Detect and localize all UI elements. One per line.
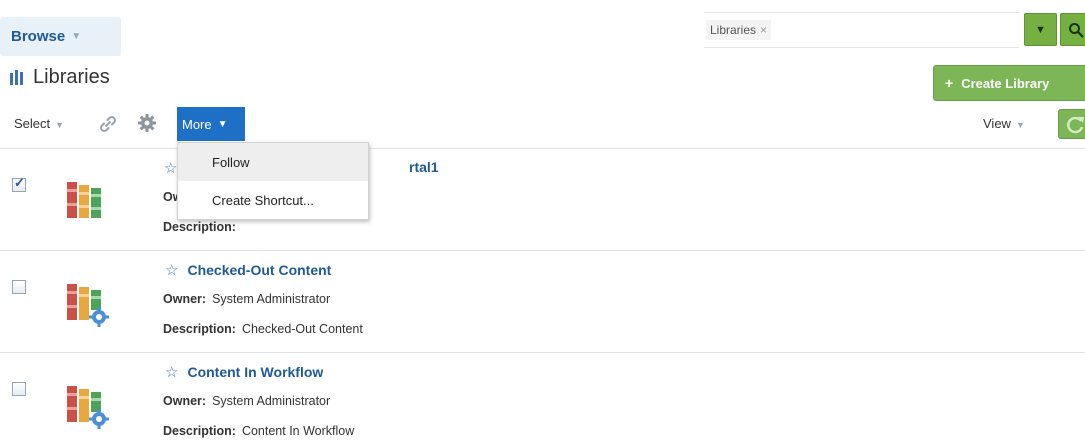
browse-button[interactable]: Browse ▼ (0, 17, 121, 56)
description-field: Description: Checked-Out Content (163, 322, 363, 336)
gear-icon[interactable] (137, 113, 157, 133)
library-title: rtal1 (409, 159, 439, 175)
row-checkbox[interactable] (12, 175, 26, 192)
select-menu-button[interactable]: Select ▼ (14, 116, 64, 131)
star-icon[interactable]: ☆ (164, 159, 177, 177)
view-label: View (983, 116, 1011, 131)
more-dropdown-menu: Follow Create Shortcut... (177, 142, 369, 220)
list-item[interactable]: ☆ Checked-Out Content Owner: System Admin… (0, 250, 1085, 352)
owner-field: Owner: System Administrator (163, 394, 330, 408)
library-gear-icon (67, 386, 109, 429)
menu-item-create-shortcut[interactable]: Create Shortcut... (178, 181, 368, 219)
library-icon (67, 182, 101, 218)
remove-token-icon[interactable]: × (760, 23, 767, 37)
more-label: More (182, 116, 212, 132)
search-button[interactable] (1060, 13, 1085, 46)
more-menu-button[interactable]: More ▼ (177, 107, 245, 141)
search-options-button[interactable]: ▼ (1024, 13, 1057, 46)
search-token[interactable]: Libraries × (706, 20, 772, 40)
description-value: Checked-Out Content (241, 322, 363, 336)
library-title: Checked-Out Content (187, 262, 332, 278)
view-menu-button[interactable]: View ▼ (983, 116, 1025, 131)
search-input[interactable]: Libraries × (704, 12, 1019, 48)
owner-value: System Administrator (212, 292, 331, 306)
row-checkbox[interactable] (12, 382, 26, 396)
chevron-down-icon: ▼ (1015, 120, 1025, 130)
create-library-label: Create Library (961, 75, 1050, 91)
library-title: Content In Workflow (187, 364, 324, 380)
library-icon (10, 70, 25, 85)
search-icon (1069, 22, 1084, 38)
search-token-label: Libraries (710, 23, 757, 37)
description-label: Description: (163, 424, 236, 438)
description-field: Description: Content In Workflow (163, 424, 354, 438)
description-field: Description: (163, 220, 242, 234)
link-icon[interactable] (98, 114, 118, 134)
list-item[interactable]: ☆ Content In Workflow Owner: System Admin… (0, 352, 1085, 442)
library-gear-icon (67, 284, 109, 327)
plus-icon: + (945, 75, 954, 91)
browse-label: Browse (11, 28, 66, 45)
list-item[interactable]: rtal1 ☆ Ow Description: (0, 148, 1085, 250)
chevron-down-icon: ▼ (217, 118, 228, 130)
library-list: rtal1 ☆ Ow Description: ☆ Checked-Out Co… (0, 148, 1085, 442)
chevron-down-icon: ▼ (55, 120, 65, 130)
owner-field: Owner: System Administrator (163, 292, 330, 306)
chevron-down-icon: ▼ (1035, 23, 1046, 36)
chevron-down-icon: ▼ (71, 31, 82, 42)
description-label: Description: (163, 220, 236, 234)
page-title: Libraries (33, 66, 110, 88)
owner-label: Owner: (163, 292, 207, 306)
star-icon[interactable]: ☆ (165, 261, 178, 279)
library-title-link[interactable]: ☆ Content In Workflow (165, 363, 323, 381)
create-library-button[interactable]: + Create Library (933, 65, 1085, 101)
refresh-icon (1067, 116, 1084, 134)
row-checkbox[interactable] (12, 280, 26, 294)
select-label: Select (14, 116, 51, 131)
toolbar: Select ▼ More ▼ View ▼ (0, 106, 1085, 142)
description-label: Description: (163, 322, 236, 336)
description-value: Content In Workflow (241, 424, 355, 438)
page-header: Libraries (10, 66, 110, 89)
library-title-link[interactable]: ☆ Checked-Out Content (165, 261, 331, 279)
owner-value: System Administrator (212, 394, 331, 408)
owner-label: Owner: (163, 394, 207, 408)
star-icon[interactable]: ☆ (165, 363, 178, 381)
menu-item-follow[interactable]: Follow (178, 143, 368, 181)
refresh-button[interactable] (1058, 109, 1085, 139)
